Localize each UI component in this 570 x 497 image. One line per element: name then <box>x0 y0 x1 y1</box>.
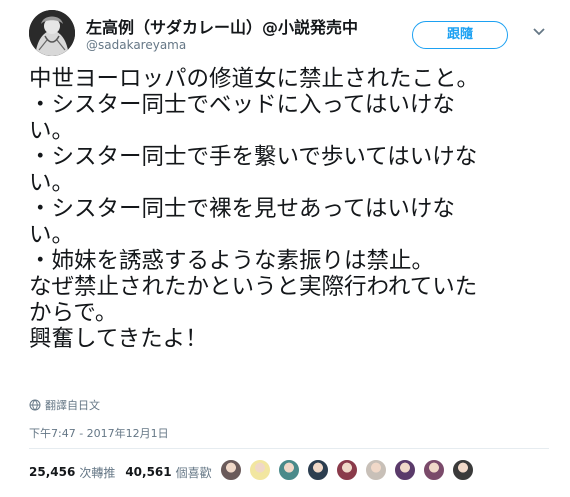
tweet-text: 中世ヨーロッパの修道女に禁止されたこと。 ・シスター同士でベッドに入ってはいけな… <box>29 66 549 352</box>
author-display-name[interactable]: 左高例（サダカレー山）@小説発売中 <box>86 14 358 38</box>
liker-avatar-9[interactable] <box>452 459 474 481</box>
likes-count[interactable]: 40,561 <box>125 465 171 479</box>
globe-icon <box>29 399 41 411</box>
liker-avatars <box>220 459 481 483</box>
tweet-line: ・シスター同士でベッドに入ってはいけな <box>29 92 455 118</box>
tweet-line: い。 <box>29 222 75 248</box>
tweet-line: なぜ禁止されたかというと実際行われていた <box>29 274 478 300</box>
tweet-line: 興奮してきたよ！ <box>29 326 208 352</box>
tweet-line: ・姉妹を誘惑するような素振りは禁止。 <box>29 248 435 274</box>
liker-avatar-1[interactable] <box>220 459 242 481</box>
follow-button[interactable]: 跟隨 <box>412 21 508 49</box>
tweet-line: ・シスター同士で裸を見せあってはいけな <box>29 196 455 222</box>
liker-avatar-5[interactable] <box>336 459 358 481</box>
liker-avatar-3[interactable] <box>278 459 300 481</box>
translate-label[interactable]: 翻譯自日文 <box>45 397 100 413</box>
retweets-count[interactable]: 25,456 <box>29 465 75 479</box>
tweet-line: 中世ヨーロッパの修道女に禁止されたこと。 <box>29 66 480 92</box>
liker-avatar-6[interactable] <box>365 459 387 481</box>
liker-avatar-4[interactable] <box>307 459 329 481</box>
divider <box>29 448 549 449</box>
tweet-stats: 25,456 次轉推 40,561 個喜歡 <box>29 461 222 483</box>
tweet-timestamp[interactable]: 下午7:47 - 2017年12月1日 <box>29 425 169 441</box>
liker-avatar-2[interactable] <box>249 459 271 481</box>
tweet-card: 左高例（サダカレー山）@小説発売中 @sadakareyama 跟隨 中世ヨーロ… <box>0 0 570 497</box>
author-username[interactable]: @sadakareyama <box>86 38 186 52</box>
likes-label[interactable]: 個喜歡 <box>176 464 212 481</box>
tweet-line: い。 <box>29 118 75 144</box>
liker-avatar-8[interactable] <box>423 459 445 481</box>
retweets-label[interactable]: 次轉推 <box>79 464 115 481</box>
tweet-line: ・シスター同士で手を繋いで歩いてはいけな <box>29 144 478 170</box>
chevron-down-icon[interactable] <box>530 22 548 40</box>
translate-link[interactable]: 翻譯自日文 <box>29 397 100 413</box>
tweet-line: からで。 <box>29 300 118 326</box>
author-avatar[interactable] <box>29 10 75 56</box>
tweet-line: い。 <box>29 170 75 196</box>
liker-avatar-7[interactable] <box>394 459 416 481</box>
